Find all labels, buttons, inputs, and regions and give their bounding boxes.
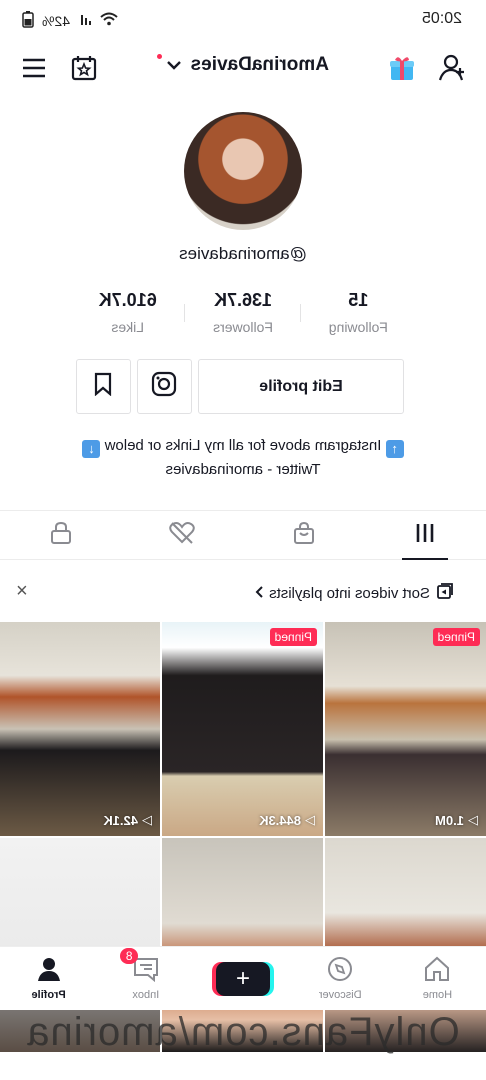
video-thumbnail[interactable]: Pinned ▷ 844.3K <box>162 622 323 836</box>
pinned-badge: Pinned <box>432 628 480 646</box>
avatar[interactable] <box>184 112 302 230</box>
nav-discover[interactable]: Discover <box>292 947 389 1010</box>
play-icon: ▷ <box>468 812 478 827</box>
playlist-bar: Sort videos into playlists × <box>0 572 486 612</box>
inbox-badge: 8 <box>119 948 139 964</box>
battery-percent: 42% <box>42 12 71 29</box>
bio-line-2: Twitter - amorinadavies <box>165 461 321 478</box>
video-thumbnail[interactable]: ▷ 42.1K <box>0 622 160 836</box>
tab-private[interactable] <box>0 511 122 559</box>
instagram-icon <box>152 371 178 402</box>
bottom-nav: Home Discover + 8 Inbox Profile <box>0 946 486 1010</box>
nav-profile[interactable]: Profile <box>0 947 97 1010</box>
compass-icon <box>327 956 353 985</box>
profile-stats: 15 Following 136.7K Followers 610.7K Lik… <box>70 290 416 340</box>
stat-likes[interactable]: 610.7K Likes <box>70 290 185 340</box>
play-icon: ▷ <box>305 812 315 827</box>
status-bar: 20:05 42% <box>0 0 486 40</box>
profile-header: AmorinaDavies <box>0 40 486 96</box>
status-time: 20:05 <box>421 10 462 27</box>
play-icon: ▷ <box>142 812 152 827</box>
instagram-button[interactable] <box>137 359 192 414</box>
stat-following[interactable]: 15 Following <box>301 290 416 340</box>
nav-create[interactable]: + <box>194 947 291 1010</box>
nav-home[interactable]: Home <box>389 947 486 1010</box>
view-count: ▷ 844.3K <box>259 812 315 828</box>
videos-grid-icon <box>414 522 436 549</box>
status-icons: 42% <box>22 10 118 31</box>
stat-followers[interactable]: 136.7K Followers <box>185 290 300 340</box>
battery-icon <box>22 10 34 31</box>
playlist-icon <box>436 582 454 604</box>
signal-icon <box>78 12 92 29</box>
inbox-icon: 8 <box>119 948 160 985</box>
home-icon <box>423 956 451 985</box>
arrow-up-emoji-icon: ↑ <box>385 440 404 458</box>
profile-icon <box>36 956 62 985</box>
calendar-star-icon[interactable] <box>68 52 100 84</box>
video-thumbnail[interactable]: Pinned ▷ 1.0M <box>325 622 486 836</box>
nav-inbox[interactable]: 8 Inbox <box>97 947 194 1010</box>
chevron-right-icon <box>255 585 263 602</box>
private-lock-icon <box>50 521 72 550</box>
arrow-down-emoji-icon: ↓ <box>82 440 101 458</box>
bookmark-icon <box>94 372 114 401</box>
bio-line-1: ↑ Instagram above for all my Links or be… <box>0 434 486 458</box>
tab-shop[interactable] <box>243 511 365 559</box>
video-grid: Pinned ▷ 1.0M Pinned ▷ 844.3K ▷ 42.1K <box>0 622 486 1052</box>
profile-bio: ↑ Instagram above for all my Links or be… <box>0 434 486 481</box>
view-count: ▷ 42.1K <box>103 812 152 828</box>
liked-hidden-icon <box>168 521 196 550</box>
sort-playlists-link[interactable]: Sort videos into playlists <box>255 582 454 604</box>
close-icon[interactable]: × <box>16 580 28 603</box>
tab-videos[interactable] <box>365 511 486 559</box>
wifi-icon <box>100 12 118 29</box>
favorites-button[interactable] <box>76 359 131 414</box>
pinned-badge: Pinned <box>269 628 317 646</box>
edit-profile-button[interactable]: Edit profile <box>198 359 404 414</box>
create-button[interactable]: + <box>216 961 270 996</box>
profile-handle: @amorinadavies <box>179 244 307 263</box>
chevron-down-icon <box>167 54 182 76</box>
notification-dot <box>157 54 163 59</box>
watermark-text: OnlyFans.com/amorina <box>26 1010 460 1054</box>
profile-tabs <box>0 510 486 560</box>
menu-icon[interactable] <box>18 52 50 84</box>
tab-liked[interactable] <box>122 511 244 559</box>
shop-bag-icon <box>292 521 316 550</box>
plus-icon: + <box>216 961 270 996</box>
view-count: ▷ 1.0M <box>435 812 478 828</box>
